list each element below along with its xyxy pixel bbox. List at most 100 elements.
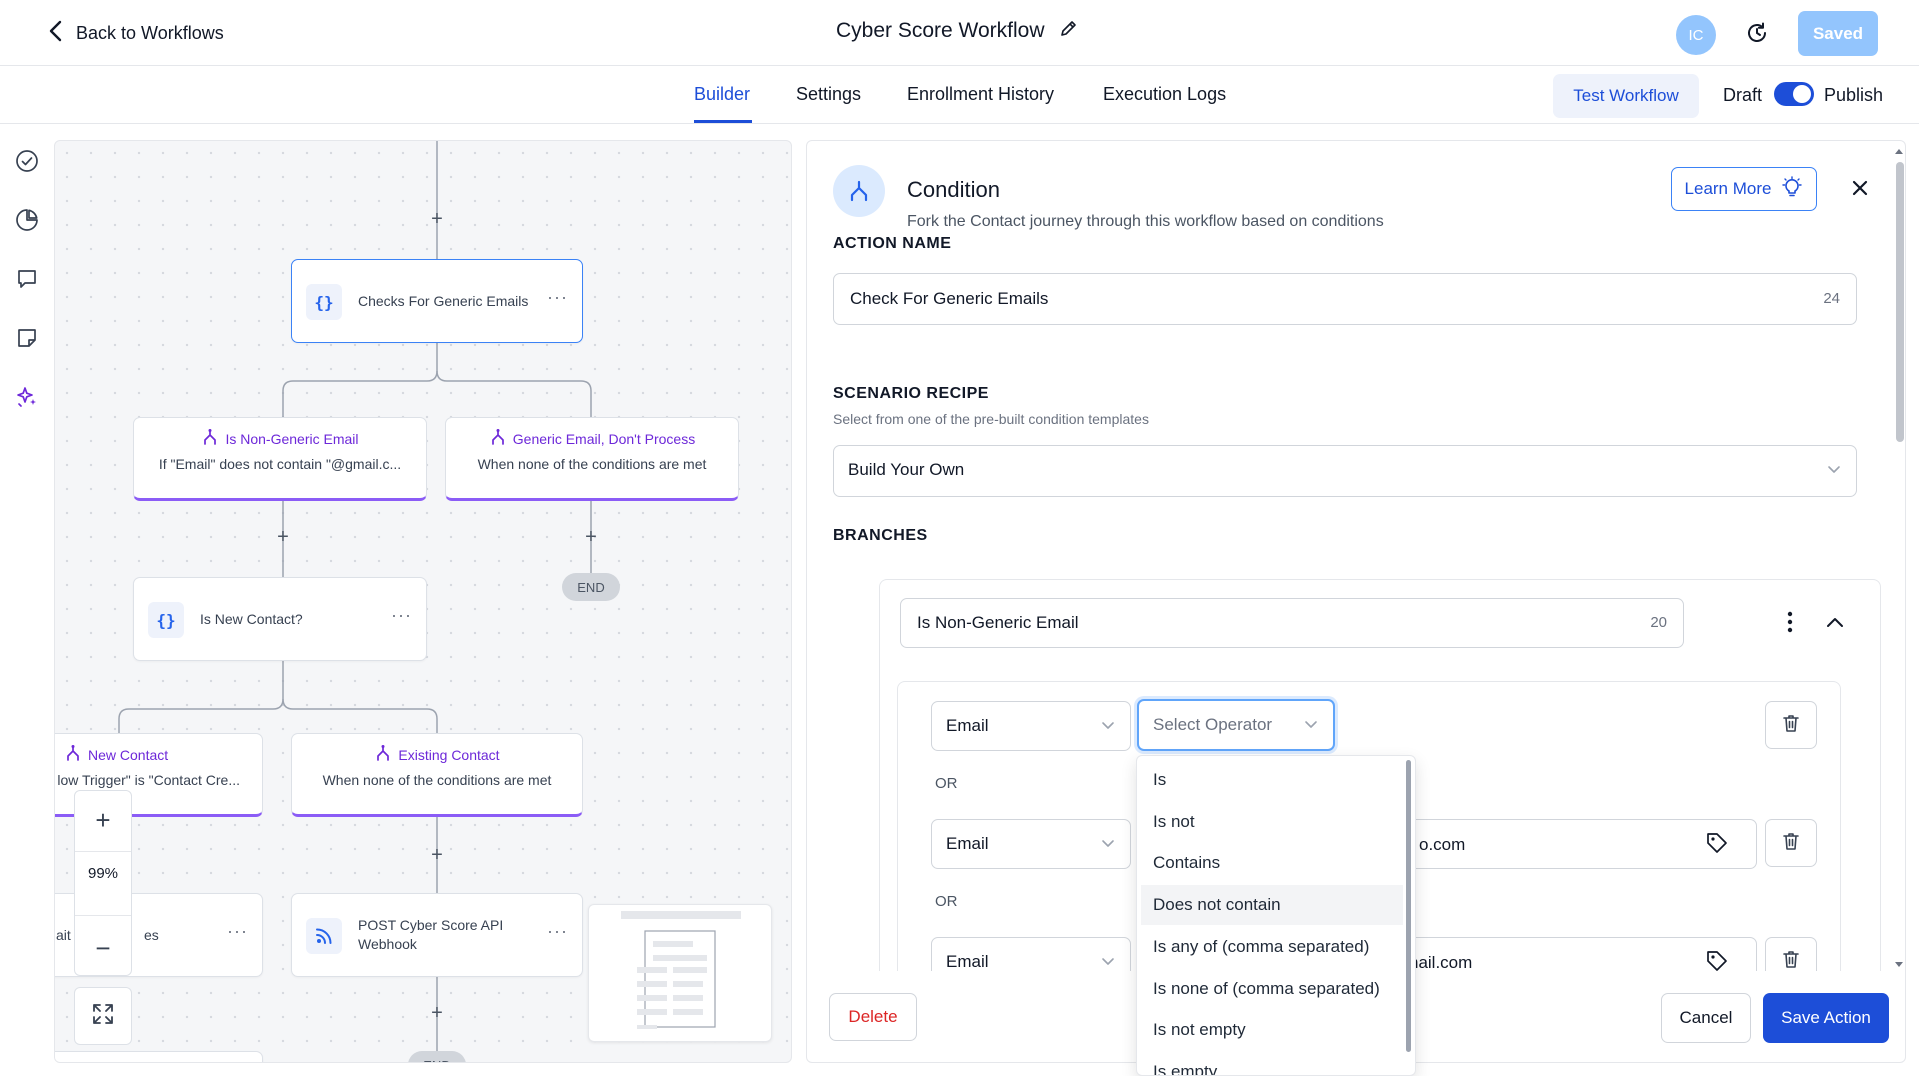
history-clock-icon xyxy=(1745,21,1769,50)
branch-title: New Contact xyxy=(55,744,262,765)
dropdown-scrollbar[interactable] xyxy=(1406,760,1411,1052)
collapse-chevron-up-icon[interactable] xyxy=(1824,612,1846,632)
node-checks-for-generic-emails[interactable]: {} Checks For Generic Emails ··· xyxy=(291,259,583,343)
branch-is-non-generic-email[interactable]: Is Non-Generic Email If "Email" does not… xyxy=(133,417,427,501)
workflow-title: Cyber Score Workflow xyxy=(836,18,1079,44)
scenario-recipe-select[interactable]: Build Your Own xyxy=(833,445,1857,497)
branch-subtitle: When none of the conditions are met xyxy=(477,456,707,472)
or-label-2: OR xyxy=(935,893,958,910)
field-value: Email xyxy=(946,834,989,853)
lightbulb-icon xyxy=(1781,175,1803,203)
zoom-in-button[interactable]: + xyxy=(75,795,131,845)
delete-condition-button-1[interactable] xyxy=(1765,701,1817,749)
publish-toggle[interactable] xyxy=(1774,82,1814,106)
pie-chart-icon[interactable] xyxy=(14,207,40,233)
add-step-plus-5[interactable]: + xyxy=(427,1003,447,1023)
fit-view-button[interactable] xyxy=(74,987,132,1045)
note-icon[interactable] xyxy=(14,325,40,351)
zoom-divider xyxy=(75,915,131,916)
add-step-plus-3[interactable]: + xyxy=(581,527,601,547)
version-history-button[interactable] xyxy=(1740,18,1774,52)
fork-icon xyxy=(489,428,507,449)
scrollbar-thumb[interactable] xyxy=(1896,162,1904,442)
user-avatar[interactable]: IC xyxy=(1676,15,1716,55)
learn-more-button[interactable]: Learn More xyxy=(1671,167,1817,211)
chevron-down-icon xyxy=(1303,716,1319,737)
condition-field-select-2[interactable]: Email xyxy=(931,819,1131,869)
delete-condition-button-2[interactable] xyxy=(1765,819,1817,867)
node-label: Checks For Generic Emails xyxy=(358,293,529,309)
close-panel-icon[interactable] xyxy=(1847,175,1873,201)
condition-field-select-1[interactable]: Email xyxy=(931,701,1131,751)
end-pill-bottom: END xyxy=(408,1051,466,1062)
tab-settings[interactable]: Settings xyxy=(796,84,861,105)
delete-action-button[interactable]: Delete xyxy=(829,993,917,1041)
top-bar: Back to Workflows Cyber Score Workflow I… xyxy=(0,0,1919,66)
condition-fork-icon xyxy=(833,165,885,217)
ai-sparkle-icon[interactable] xyxy=(14,384,40,410)
operator-option-does-not-contain[interactable]: Does not contain xyxy=(1141,885,1403,925)
branch-name-input[interactable]: Is Non-Generic Email 20 xyxy=(900,598,1684,648)
edit-pencil-icon[interactable] xyxy=(1059,18,1079,44)
back-to-workflows-link[interactable]: Back to Workflows xyxy=(48,20,224,47)
operator-dropdown-menu: Is Is not Contains Does not contain Is a… xyxy=(1136,755,1416,1076)
panel-scrollbar[interactable] xyxy=(1892,140,1906,976)
node-menu-dots-icon[interactable]: ··· xyxy=(391,605,412,626)
saved-button[interactable]: Saved xyxy=(1798,11,1878,56)
action-name-input[interactable]: Check For Generic Emails 24 xyxy=(833,273,1857,325)
tab-builder[interactable]: Builder xyxy=(694,84,750,105)
fork-icon xyxy=(374,744,392,765)
branch-title-text: Is Non-Generic Email xyxy=(225,430,359,447)
zoom-out-button[interactable]: − xyxy=(75,923,131,973)
add-step-plus-4[interactable]: + xyxy=(427,845,447,865)
node-post-cyber-score-webhook[interactable]: POST Cyber Score API Webhook ··· xyxy=(291,893,583,977)
tab-enrollment-history[interactable]: Enrollment History xyxy=(907,84,1054,105)
scroll-down-arrow-icon[interactable] xyxy=(1892,958,1906,972)
branch-more-vertical-icon[interactable] xyxy=(1780,608,1800,636)
back-label: Back to Workflows xyxy=(76,23,224,43)
node-label-partial-a: ait xyxy=(56,927,71,943)
operator-placeholder: Select Operator xyxy=(1153,715,1273,734)
code-braces-icon: {} xyxy=(306,284,342,320)
condition-operator-select-1[interactable]: Select Operator xyxy=(1137,699,1335,751)
operator-option-is[interactable]: Is xyxy=(1141,760,1403,800)
operator-option-is-not-empty[interactable]: Is not empty xyxy=(1141,1010,1403,1050)
node-menu-dots-icon[interactable]: ··· xyxy=(547,921,568,942)
scenario-recipe-label: SCENARIO RECIPE xyxy=(833,385,989,402)
tag-icon[interactable] xyxy=(1705,949,1729,973)
operator-option-is-none-of[interactable]: Is none of (comma separated) xyxy=(1141,969,1403,1009)
add-step-plus-2[interactable]: + xyxy=(273,527,293,547)
cancel-button[interactable]: Cancel xyxy=(1661,993,1751,1043)
save-action-button[interactable]: Save Action xyxy=(1763,993,1889,1043)
branch-generic-email-dont-process[interactable]: Generic Email, Don't Process When none o… xyxy=(445,417,739,501)
node-is-new-contact[interactable]: {} Is New Contact? ··· xyxy=(133,577,427,661)
operator-option-is-empty[interactable]: Is empty xyxy=(1141,1052,1403,1075)
branch-title-text: Existing Contact xyxy=(398,746,500,763)
node-menu-dots-icon[interactable]: ··· xyxy=(547,287,568,308)
left-rail xyxy=(0,124,54,1076)
zoom-level: 99% xyxy=(87,865,119,882)
publish-label: Publish xyxy=(1824,85,1884,105)
tag-icon[interactable] xyxy=(1705,831,1729,855)
scenario-recipe-help: Select from one of the pre-built conditi… xyxy=(833,411,1149,427)
add-step-plus-1[interactable]: + xyxy=(427,209,447,229)
node-menu-dots-icon[interactable]: ··· xyxy=(227,921,248,942)
test-workflow-button[interactable]: Test Workflow xyxy=(1553,74,1699,118)
tab-execution-logs[interactable]: Execution Logs xyxy=(1103,84,1226,105)
chat-bubble-icon[interactable] xyxy=(14,266,40,292)
node-label: POST Cyber Score API Webhook xyxy=(358,917,504,952)
chevron-down-icon xyxy=(1826,461,1842,482)
node-partial-bottom[interactable] xyxy=(55,1051,263,1062)
panel-title: Condition xyxy=(907,177,1000,202)
branches-label: BRANCHES xyxy=(833,527,928,544)
scenario-selected-value: Build Your Own xyxy=(848,460,965,479)
operator-option-is-any-of[interactable]: Is any of (comma separated) xyxy=(1141,927,1403,967)
operator-option-is-not[interactable]: Is not xyxy=(1141,802,1403,842)
branch-existing-contact[interactable]: Existing Contact When none of the condit… xyxy=(291,733,583,817)
operator-option-contains[interactable]: Contains xyxy=(1141,843,1403,883)
condition-value-partial-2: o.com xyxy=(1419,835,1466,854)
node-label: Is New Contact? xyxy=(200,611,303,627)
check-circle-icon[interactable] xyxy=(14,148,40,174)
minimap[interactable] xyxy=(588,904,772,1042)
scroll-up-arrow-icon[interactable] xyxy=(1892,144,1906,158)
